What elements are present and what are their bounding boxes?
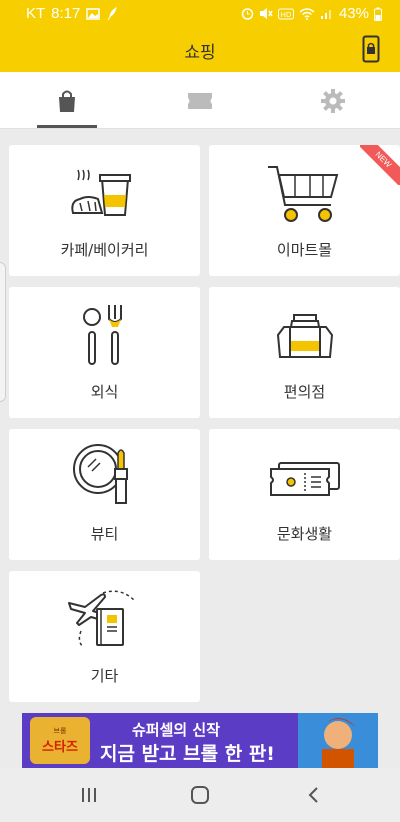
time-text: 8:17	[51, 5, 81, 22]
category-label: 카페/베이커리	[60, 241, 149, 259]
shopping-cart-icon	[267, 166, 338, 222]
image-notification-icon	[86, 7, 101, 20]
ticket-icon	[187, 92, 212, 109]
back-icon	[308, 787, 318, 803]
system-nav-bar	[0, 768, 400, 822]
category-emart-mall[interactable]: NEW 이마트몰	[209, 145, 400, 276]
category-label: 외식	[90, 383, 119, 401]
edge-panel-handle[interactable]	[0, 262, 6, 402]
tab-ticket[interactable]	[133, 72, 266, 129]
recent-apps-button[interactable]	[69, 780, 109, 810]
signal-icon	[320, 10, 331, 19]
feather-notification-icon	[107, 6, 118, 20]
game-logo-sub: 브롤	[53, 727, 67, 735]
category-label: 이마트몰	[276, 241, 333, 259]
hd-icon: HD	[277, 8, 294, 19]
mute-icon	[259, 8, 273, 19]
airplane-book-icon	[67, 590, 136, 648]
tab-shopping[interactable]	[0, 72, 133, 129]
app-bar: 쇼핑	[0, 28, 400, 72]
ad-tagline: 지금 받고 브롤 한 판!	[100, 743, 275, 765]
category-beauty[interactable]: 뷰티	[9, 429, 200, 560]
recent-apps-icon	[82, 788, 96, 802]
carrier-text: KT	[26, 5, 46, 22]
battery-icon	[374, 7, 382, 21]
category-etc[interactable]: 기타	[9, 571, 200, 702]
category-convenience-store[interactable]: 편의점	[209, 287, 400, 418]
ad-character-art	[298, 713, 378, 768]
battery-text: 43%	[338, 5, 369, 22]
status-bar: KT 8:17 HD 43%	[0, 0, 400, 28]
category-culture[interactable]: 문화생활	[209, 429, 400, 560]
gear-icon	[320, 88, 345, 113]
category-label: 뷰티	[90, 525, 119, 543]
category-cafe-bakery[interactable]: 카페/베이커리	[9, 145, 200, 276]
svg-text:HD: HD	[281, 11, 292, 19]
ticket-icon	[269, 462, 340, 496]
back-button[interactable]	[294, 780, 334, 810]
alarm-icon	[241, 8, 254, 20]
home-icon	[191, 786, 209, 804]
new-badge-label: NEW	[360, 145, 400, 185]
tab-settings[interactable]	[266, 72, 399, 129]
game-logo-main: 스타즈	[42, 740, 78, 755]
coffee-bread-icon	[70, 169, 131, 216]
category-dining[interactable]: 외식	[9, 287, 200, 418]
jars-icon	[276, 314, 333, 358]
ad-headline: 슈퍼셀의 신작	[132, 721, 221, 739]
tab-selected-indicator	[37, 125, 97, 128]
tab-bar	[0, 72, 400, 129]
new-badge: NEW	[360, 145, 400, 185]
category-label: 기타	[90, 667, 119, 685]
mirror-lipstick-icon	[72, 444, 128, 504]
wifi-icon	[299, 8, 315, 20]
shopping-bag-icon	[58, 90, 75, 112]
page-title: 쇼핑	[184, 43, 216, 63]
game-logo: 브롤 스타즈	[30, 717, 90, 764]
category-label: 문화생활	[276, 525, 333, 543]
spoon-fork-icon	[82, 305, 122, 365]
category-label: 편의점	[283, 383, 326, 401]
ad-banner[interactable]: 브롤 스타즈 슈퍼셀의 신작 지금 받고 브롤 한 판!	[22, 713, 378, 768]
home-button[interactable]	[180, 780, 220, 810]
phone-lock-icon[interactable]	[362, 35, 380, 63]
